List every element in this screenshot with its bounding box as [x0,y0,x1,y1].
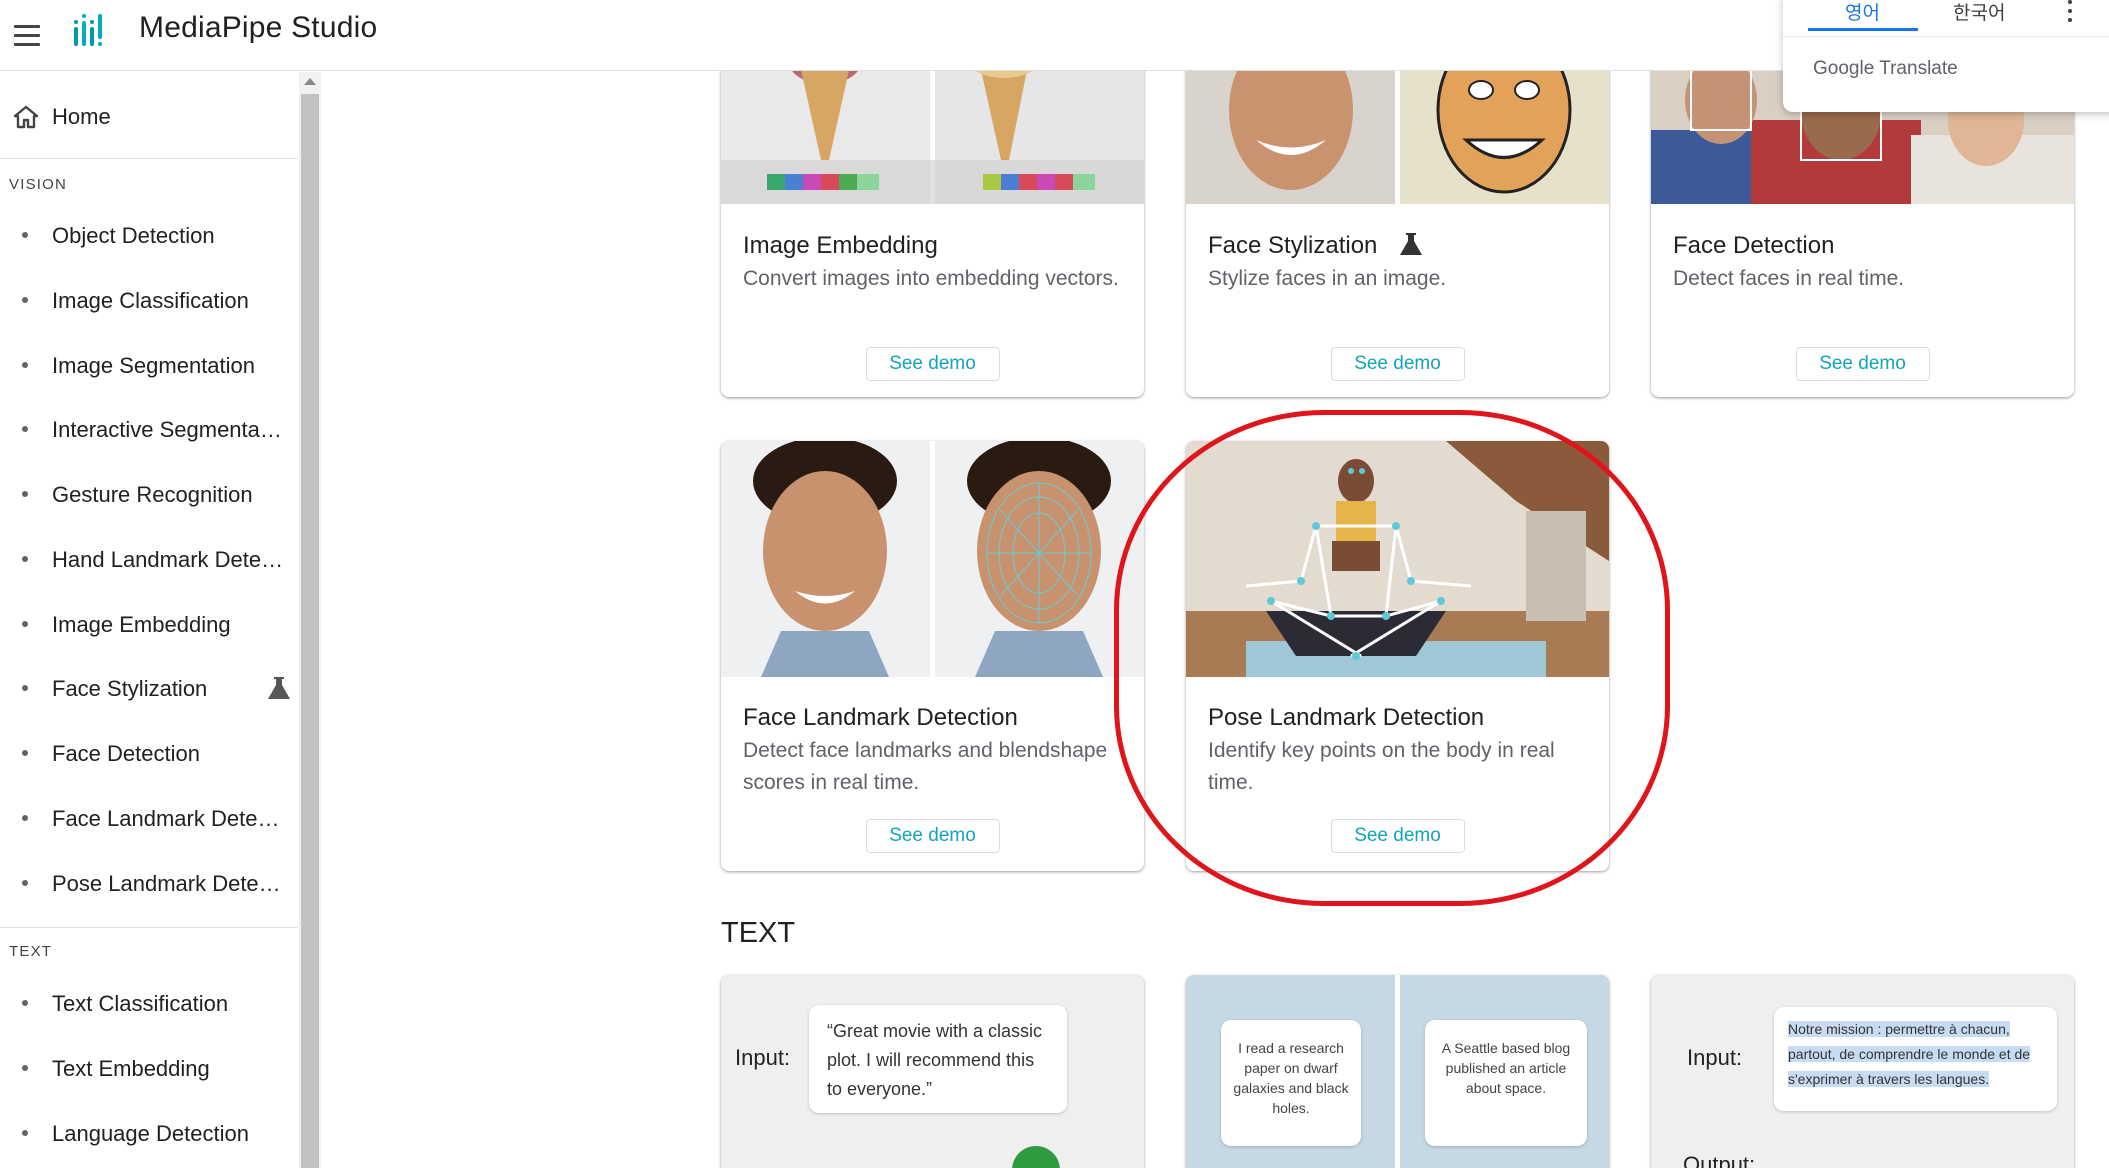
experimental-flask-icon [1400,233,1422,255]
app-title: MediaPipe Studio [139,11,378,44]
card-title: Face Detection [1673,232,1835,259]
bullet [22,556,28,562]
translate-brand: Google Translate [1813,58,1958,79]
card-text-classification-preview[interactable]: Input: “Great movie with a classic plot.… [721,975,1144,1168]
home-icon [13,105,39,129]
sidebar-item-label: Face Stylization [52,676,208,701]
sidebar-item-label: Interactive Segmentati... [52,417,284,442]
sidebar-item-gesture-recognition[interactable]: Gesture Recognition [0,471,298,517]
experimental-flask-icon [268,677,290,699]
see-demo-button[interactable]: See demo [1795,347,1930,381]
sidebar-item-interactive-segmentation[interactable]: Interactive Segmentati... [0,406,298,452]
scroll-up-arrow-icon[interactable] [304,78,316,85]
embedding-text-right: A Seattle based blog published an articl… [1425,1020,1587,1146]
section-label-vision: VISION [9,176,68,193]
sidebar-item-label: Text Embedding [52,1056,210,1081]
sidebar-scrollbar[interactable] [299,72,321,1168]
divider [0,158,298,159]
divider [1395,975,1400,1168]
embedding-text-left: I read a research paper on dwarf galaxie… [1221,1020,1361,1146]
sidebar-item-object-detection[interactable]: Object Detection [0,212,298,258]
output-label: Output: [1683,1152,1756,1168]
card-description: Detect face landmarks and blendshape sco… [743,739,1108,794]
see-demo-button[interactable]: See demo [865,819,1000,853]
sidebar-item-label: Image Embedding [52,612,231,637]
card-description: Detect faces in real time. [1673,267,1905,290]
sidebar-item-face-landmark[interactable]: Face Landmark Detect... [0,795,298,841]
card-face-stylization[interactable]: Face Stylization Stylize faces in an ima… [1186,40,1609,397]
sidebar-item-label: Face Detection [52,741,200,766]
section-label-text: TEXT [9,943,53,960]
card-language-detection-preview[interactable]: Input: Notre mission : permettre à chacu… [1651,975,2074,1168]
bullet [22,362,28,368]
sidebar-item-image-embedding[interactable]: Image Embedding [0,601,298,647]
face-landmark-image [721,441,1144,677]
bullet [22,750,28,756]
input-quote-bubble: Notre mission : permettre à chacun, part… [1774,1007,2057,1111]
bullet [22,1065,28,1071]
more-vert-icon[interactable] [2068,0,2076,22]
translate-source-tab[interactable]: 영어 [1845,0,1880,25]
sidebar-item-language-detection[interactable]: Language Detection [0,1110,298,1156]
bullet [22,815,28,821]
sidebar-item-pose-landmark[interactable]: Pose Landmark Detec... [0,860,298,906]
sidebar-item-image-segmentation[interactable]: Image Segmentation [0,342,298,388]
menu-icon[interactable] [10,18,44,52]
card-title: Face Stylization [1208,232,1378,259]
scroll-thumb[interactable] [301,94,319,1168]
sidebar-item-label: Object Detection [52,223,215,248]
highlight-ring-annotation [1114,410,1670,906]
bullet [22,491,28,497]
sidebar-item-label: Pose Landmark Detec... [52,871,284,896]
bullet [22,880,28,886]
sidebar-item-label: Image Classification [52,288,249,313]
sidebar-item-label: Home [52,104,111,129]
sidebar-item-label: Image Segmentation [52,353,256,378]
bullet [22,426,28,432]
sidebar-item-face-detection[interactable]: Face Detection [0,730,298,776]
sidebar: Home VISION Object Detection Image Class… [0,72,298,1168]
card-text-embedding-preview[interactable]: I read a research paper on dwarf galaxie… [1186,975,1609,1168]
highlighted-input-text: Notre mission : permettre à chacun, part… [1788,1021,2031,1087]
card-image-embedding[interactable]: Image Embedding Convert images into embe… [721,40,1144,397]
sidebar-item-label: Gesture Recognition [52,482,253,507]
translate-target-tab[interactable]: 한국어 [1953,0,2005,25]
card-title: Image Embedding [743,232,938,259]
input-label: Input: [735,1045,791,1070]
sidebar-item-image-classification[interactable]: Image Classification [0,277,298,323]
sidebar-item-home[interactable]: Home [0,94,298,140]
sidebar-item-label: Hand Landmark Detec... [52,547,284,572]
sidebar-item-label: Text Classification [52,991,229,1016]
card-title: Face Landmark Detection [743,704,1018,731]
section-heading-text: TEXT [721,917,796,949]
thumbs-up-icon [1012,1146,1060,1168]
divider [0,927,298,928]
input-label: Input: [1687,1045,1743,1070]
see-demo-button[interactable]: See demo [865,347,1000,381]
divider [1783,36,2109,37]
sidebar-item-text-embedding[interactable]: Text Embedding [0,1045,298,1091]
google-translate-popup: 영어 한국어 Google Translate [1783,0,2109,112]
card-description: Convert images into embedding vectors. [743,267,1119,290]
see-demo-button[interactable]: See demo [1330,347,1465,381]
bullet [22,1000,28,1006]
card-image [721,441,1144,677]
sidebar-item-face-stylization[interactable]: Face Stylization [0,665,298,711]
bullet [22,232,28,238]
bullet [22,1130,28,1136]
bullet [22,621,28,627]
card-face-landmark-detection[interactable]: Face Landmark Detection Detect face land… [721,441,1144,871]
mediapipe-logo [74,14,102,46]
bullet [22,297,28,303]
sidebar-item-label: Language Detection [52,1121,249,1146]
bullet [22,685,28,691]
active-tab-indicator [1808,28,1918,31]
sidebar-item-label: Face Landmark Detect... [52,806,284,831]
card-description: Stylize faces in an image. [1208,267,1447,290]
sidebar-item-hand-landmark[interactable]: Hand Landmark Detec... [0,536,298,582]
input-quote-bubble: “Great movie with a classic plot. I will… [809,1005,1067,1113]
sidebar-item-text-classification[interactable]: Text Classification [0,980,298,1026]
